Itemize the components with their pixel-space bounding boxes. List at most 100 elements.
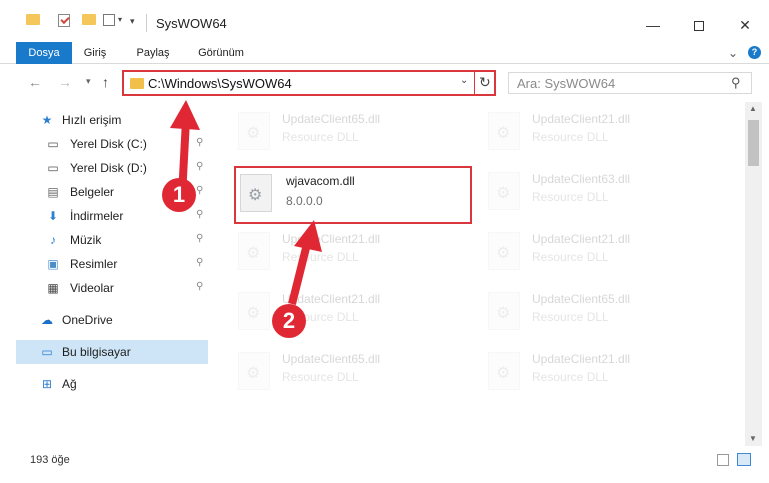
properties-icon[interactable] [103,14,115,26]
file-tile[interactable]: UpdateClient65.dll Resource DLL [232,104,462,156]
search-icon[interactable]: ⚲ [731,75,741,91]
sidebar-item-label: İndirmeler [70,209,124,223]
file-description: 8.0.0.0 [286,194,323,208]
customize-toolbar-icon[interactable]: ▾ [130,16,135,27]
sidebar-item-this-pc[interactable]: ▭ Bu bilgisayar [16,340,208,364]
sidebar-item-label: Hızlı erişim [62,113,122,127]
file-tile[interactable]: UpdateClient21.dll Resource DLL [232,224,462,276]
dll-file-icon [238,232,270,270]
close-button[interactable]: ✕ [722,10,768,40]
sidebar-item-local-disk-d[interactable]: ▭ Yerel Disk (D:) ⚲ [16,156,208,180]
star-icon: ★ [41,113,53,127]
file-tile[interactable]: UpdateClient65.dll Resource DLL [482,284,712,336]
file-description: Resource DLL [532,250,609,264]
large-icons-view-icon[interactable] [737,453,751,466]
file-tile[interactable]: UpdateClient63.dll Resource DLL [482,164,712,216]
maximize-button[interactable] [676,10,722,40]
help-icon[interactable]: ? [748,46,761,59]
sidebar-item-label: Yerel Disk (D:) [70,161,147,175]
scroll-down-icon[interactable]: ▼ [749,434,757,443]
tab-share[interactable]: Paylaş [124,42,182,64]
cloud-icon: ☁ [41,313,53,327]
dll-file-icon [238,112,270,150]
forward-button[interactable]: → [58,74,72,90]
vertical-scrollbar[interactable]: ▲ ▼ [745,102,762,446]
drive-icon: ▭ [47,161,59,175]
maximize-icon [694,21,704,32]
minimize-button[interactable]: — [630,10,676,40]
address-divider [474,72,475,94]
pin-icon[interactable]: ⚲ [196,281,203,292]
file-description: Resource DLL [282,130,359,144]
drive-icon: ▭ [47,137,59,151]
sidebar-item-label: Müzik [70,233,102,247]
back-button[interactable]: ← [28,74,42,90]
music-icon: ♪ [50,233,56,247]
navigation-bar: ← → ▾ ↑ C:\Windows\SysWOW64 ⌄ ↻ Ara: Sys… [0,64,769,102]
file-tile[interactable]: UpdateClient21.dll Resource DLL [482,104,712,156]
tab-view[interactable]: Görünüm [186,42,256,64]
annotation-step-1-badge: 1 [162,178,196,212]
file-description: Resource DLL [282,250,359,264]
pin-icon[interactable]: ⚲ [196,257,203,268]
quick-access-dropdown-icon[interactable]: ▾ [118,15,122,24]
ribbon-tabs: Dosya Giriş Paylaş Görünüm ⌄ ? [0,42,769,64]
scroll-thumb[interactable] [748,120,759,166]
folder-icon [26,14,40,25]
tab-home[interactable]: Giriş [72,42,118,64]
dll-file-icon [488,352,520,390]
file-tile-highlighted[interactable]: wjavacom.dll 8.0.0.0 [234,166,472,224]
status-bar: 193 öğe [0,446,769,483]
pictures-icon: ▣ [47,257,59,271]
expand-ribbon-icon[interactable]: ⌄ [728,42,738,64]
sidebar-item-pictures[interactable]: ▣ Resimler ⚲ [16,252,208,276]
folder-icon [130,78,144,89]
recent-locations-icon[interactable]: ▾ [86,76,91,87]
details-view-icon[interactable] [717,454,729,466]
file-tile[interactable]: UpdateClient21.dll Resource DLL [482,344,712,396]
tab-file[interactable]: Dosya [16,42,72,64]
refresh-icon[interactable]: ↻ [479,74,491,91]
address-bar[interactable]: C:\Windows\SysWOW64 ⌄ ↻ [122,70,496,96]
sidebar-item-label: Yerel Disk (C:) [70,137,147,151]
sidebar-item-label: Bu bilgisayar [62,345,131,359]
sidebar-item-quick-access[interactable]: ★ Hızlı erişim [16,108,208,132]
network-icon: ⊞ [41,377,53,391]
file-name: UpdateClient21.dll [532,352,631,366]
download-icon: ⬇ [47,209,59,223]
address-path[interactable]: C:\Windows\SysWOW64 [148,76,292,91]
file-tile[interactable]: UpdateClient21.dll Resource DLL [232,284,462,336]
file-description: Resource DLL [532,370,609,384]
dll-file-icon [240,174,272,212]
sidebar-item-network[interactable]: ⊞ Ağ [16,372,208,396]
sidebar-item-videos[interactable]: ▦ Videolar ⚲ [16,276,208,300]
properties-check-icon[interactable] [58,14,70,27]
file-description: Resource DLL [282,370,359,384]
pin-icon[interactable]: ⚲ [196,233,203,244]
video-icon: ▦ [47,281,59,295]
file-tile[interactable]: UpdateClient21.dll Resource DLL [482,224,712,276]
pin-icon[interactable]: ⚲ [196,137,203,148]
sidebar-item-local-disk-c[interactable]: ▭ Yerel Disk (C:) ⚲ [16,132,208,156]
dll-file-icon [488,232,520,270]
search-placeholder: Ara: SysWOW64 [517,76,616,91]
pin-icon[interactable]: ⚲ [196,161,203,172]
pin-icon[interactable]: ⚲ [196,185,203,196]
sidebar-item-onedrive[interactable]: ☁ OneDrive [16,308,208,332]
pin-icon[interactable]: ⚲ [196,209,203,220]
file-description: Resource DLL [532,310,609,324]
dll-file-icon [488,112,520,150]
up-button[interactable]: ↑ [102,74,109,90]
file-name: UpdateClient65.dll [282,112,381,126]
computer-icon: ▭ [41,345,53,359]
file-name: UpdateClient21.dll [282,292,381,306]
new-folder-icon[interactable] [82,14,96,25]
address-dropdown-icon[interactable]: ⌄ [460,75,468,86]
search-input[interactable]: Ara: SysWOW64 ⚲ [508,72,752,94]
file-tile[interactable]: UpdateClient65.dll Resource DLL [232,344,462,396]
navigation-pane: ★ Hızlı erişim ▭ Yerel Disk (C:) ⚲ ▭ Yer… [0,102,212,446]
dll-file-icon [238,292,270,330]
sidebar-item-music[interactable]: ♪ Müzik ⚲ [16,228,208,252]
file-list: UpdateClient65.dll Resource DLL wjavacom… [212,102,745,446]
scroll-up-icon[interactable]: ▲ [749,104,757,113]
